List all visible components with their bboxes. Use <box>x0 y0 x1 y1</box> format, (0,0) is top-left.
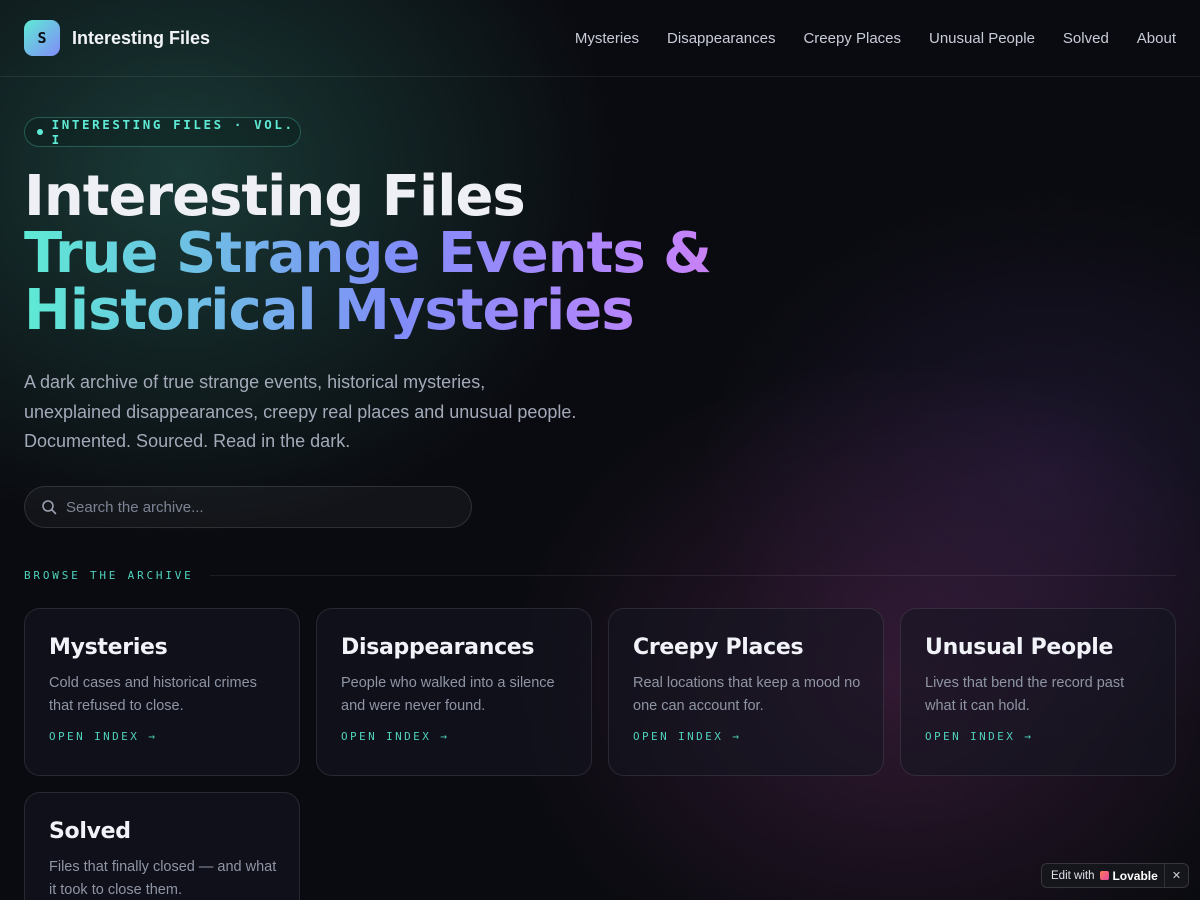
pill-text: INTERESTING FILES · VOL. I <box>51 117 295 147</box>
close-icon[interactable]: ✕ <box>1164 864 1188 887</box>
nav-link-unusual-people[interactable]: Unusual People <box>929 30 1035 47</box>
volume-pill: INTERESTING FILES · VOL. I <box>24 117 301 147</box>
category-card-unusual-people[interactable]: Unusual People Lives that bend the recor… <box>900 608 1176 776</box>
page-title-line1: Interesting Files <box>24 164 526 229</box>
logo-badge[interactable]: S <box>24 20 60 56</box>
category-card-disappearances[interactable]: Disappearances People who walked into a … <box>316 608 592 776</box>
nav-link-disappearances[interactable]: Disappearances <box>667 30 775 47</box>
card-title: Mysteries <box>49 635 168 660</box>
open-index-link[interactable]: OPEN INDEX → <box>633 730 741 743</box>
card-title: Solved <box>49 819 131 844</box>
category-card-solved[interactable]: Solved Files that finally closed — and w… <box>24 792 300 900</box>
lovable-brand: Lovable <box>1112 868 1158 883</box>
search-bar[interactable] <box>24 486 472 528</box>
open-index-link[interactable]: OPEN INDEX → <box>49 730 157 743</box>
card-description: Files that finally closed — and what it … <box>49 859 277 898</box>
card-description: People who walked into a silence and wer… <box>341 675 555 714</box>
nav-link-solved[interactable]: Solved <box>1063 30 1109 47</box>
category-card-mysteries[interactable]: Mysteries Cold cases and historical crim… <box>24 608 300 776</box>
nav-links: Mysteries Disappearances Creepy Places U… <box>575 30 1176 47</box>
nav-link-mysteries[interactable]: Mysteries <box>575 30 639 47</box>
section-header: BROWSE THE ARCHIVE <box>24 566 1176 584</box>
hero-description: A dark archive of true strange events, h… <box>24 372 577 451</box>
card-description: Lives that bend the record past what it … <box>925 675 1125 714</box>
page-title: Interesting Files True Strange Events & … <box>24 168 1024 339</box>
logo-letter: S <box>37 29 47 47</box>
open-index-link[interactable]: OPEN INDEX → <box>341 730 449 743</box>
card-title: Disappearances <box>341 635 535 660</box>
search-input[interactable] <box>66 487 471 527</box>
edit-with-lovable-badge[interactable]: Edit with Lovable ✕ <box>1041 863 1189 888</box>
card-description: Real locations that keep a mood no one c… <box>633 675 861 714</box>
section-divider <box>209 574 1176 576</box>
open-index-link[interactable]: OPEN INDEX → <box>925 730 1033 743</box>
category-card-creepy-places[interactable]: Creepy Places Real locations that keep a… <box>608 608 884 776</box>
section-label: BROWSE THE ARCHIVE <box>24 568 194 582</box>
search-icon <box>42 500 57 515</box>
top-nav: S Interesting Files Mysteries Disappeara… <box>0 0 1200 77</box>
nav-link-creepy-places[interactable]: Creepy Places <box>803 30 901 47</box>
lovable-heart-icon <box>1100 871 1110 880</box>
card-title: Unusual People <box>925 635 1114 660</box>
brand-name[interactable]: Interesting Files <box>72 28 210 49</box>
card-description: Cold cases and historical crimes that re… <box>49 675 257 714</box>
card-title: Creepy Places <box>633 635 804 660</box>
page-title-gradient: True Strange Events & Historical Mysteri… <box>24 225 924 339</box>
pill-dot-icon <box>37 129 43 135</box>
nav-link-about[interactable]: About <box>1137 30 1176 47</box>
lovable-prefix: Edit with <box>1051 869 1095 882</box>
